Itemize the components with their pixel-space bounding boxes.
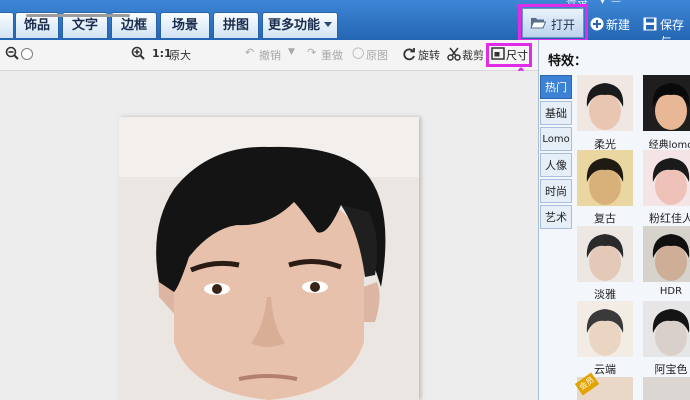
undo-button[interactable]: 撤销 xyxy=(259,47,281,63)
face-thumbnail xyxy=(652,158,690,205)
effects-tab-art[interactable]: 艺术 xyxy=(540,205,572,229)
zoom-slider-handle[interactable] xyxy=(21,48,33,60)
portrait-photo[interactable] xyxy=(119,117,419,400)
original-image-icon: ◯ xyxy=(352,46,365,59)
effects-tab-popular[interactable]: 热门 xyxy=(540,75,572,99)
undo-arrow-icon: ↶ xyxy=(245,46,255,59)
tab-prev-partial[interactable] xyxy=(0,12,14,38)
save-icon[interactable] xyxy=(643,17,657,31)
effects-tab-portrait[interactable]: 人像 xyxy=(540,153,572,177)
open-highlight-box xyxy=(518,4,588,42)
effect-label-retro: 复古 xyxy=(594,212,616,225)
redo-arrow-icon: ↷ xyxy=(307,46,317,59)
crop-button[interactable]: 裁剪 xyxy=(462,47,484,63)
tab-more-label: 更多功能 xyxy=(267,18,320,33)
zoom-in-icon[interactable] xyxy=(131,46,145,60)
tab-collage[interactable]: 拼图 xyxy=(213,12,259,38)
face-thumbnail xyxy=(652,83,690,130)
effect-thumb-partial-2[interactable] xyxy=(643,377,690,400)
rotate-icon xyxy=(403,48,415,61)
zoom-slider-track[interactable] xyxy=(26,14,130,17)
effects-tab-lomo[interactable]: Lomo xyxy=(540,127,572,151)
tab-more-features[interactable]: 更多功能 xyxy=(262,12,338,38)
effect-thumb-hdr[interactable] xyxy=(643,226,690,282)
new-icon[interactable] xyxy=(590,17,604,31)
face-thumbnail xyxy=(586,158,624,205)
effect-thumb-abao[interactable] xyxy=(643,301,690,357)
effects-tab-basic[interactable]: 基础 xyxy=(540,101,572,125)
portrait-drawing xyxy=(119,117,419,400)
face-thumbnail xyxy=(586,83,624,130)
face-thumbnail xyxy=(586,234,624,281)
undo-dropdown-icon[interactable]: ▼ xyxy=(288,47,295,57)
face-thumbnail xyxy=(652,309,690,356)
effect-thumb-elegant[interactable] xyxy=(577,226,633,282)
effect-thumb-pink-lady[interactable] xyxy=(643,150,690,206)
effect-label-cloud: 云端 xyxy=(594,363,616,376)
effect-label-hdr: HDR xyxy=(659,286,683,297)
window-controls[interactable]: ▾— xyxy=(600,0,627,7)
rotate-button[interactable]: 旋转 xyxy=(418,47,440,63)
redo-button[interactable]: 重做 xyxy=(321,47,343,63)
effect-label-classic-lomo: 经典lomo xyxy=(648,140,690,151)
effect-thumb-classic-lomo[interactable] xyxy=(643,75,690,131)
effects-tab-fashion[interactable]: 时尚 xyxy=(540,179,572,203)
effect-thumb-cloud[interactable] xyxy=(577,301,633,357)
face-thumbnail xyxy=(652,234,690,281)
scissors-icon xyxy=(447,47,461,61)
effect-label-elegant: 淡雅 xyxy=(594,288,616,301)
effect-label-pink-lady: 粉红佳人 xyxy=(649,212,690,225)
tab-scene[interactable]: 场景 xyxy=(160,12,210,38)
chevron-down-icon xyxy=(324,22,332,27)
face-thumbnail xyxy=(586,309,624,356)
original-image-button[interactable]: 原图 xyxy=(366,47,388,63)
effect-label-abao: 阿宝色 xyxy=(654,363,688,376)
original-size-button[interactable]: 原大 xyxy=(169,47,191,63)
effect-thumb-soft-light[interactable] xyxy=(577,75,633,131)
effects-title: 特效： xyxy=(548,54,588,69)
zoom-out-icon[interactable] xyxy=(5,46,19,60)
new-button[interactable]: 新建 xyxy=(606,16,630,33)
effect-thumb-retro[interactable] xyxy=(577,150,633,206)
